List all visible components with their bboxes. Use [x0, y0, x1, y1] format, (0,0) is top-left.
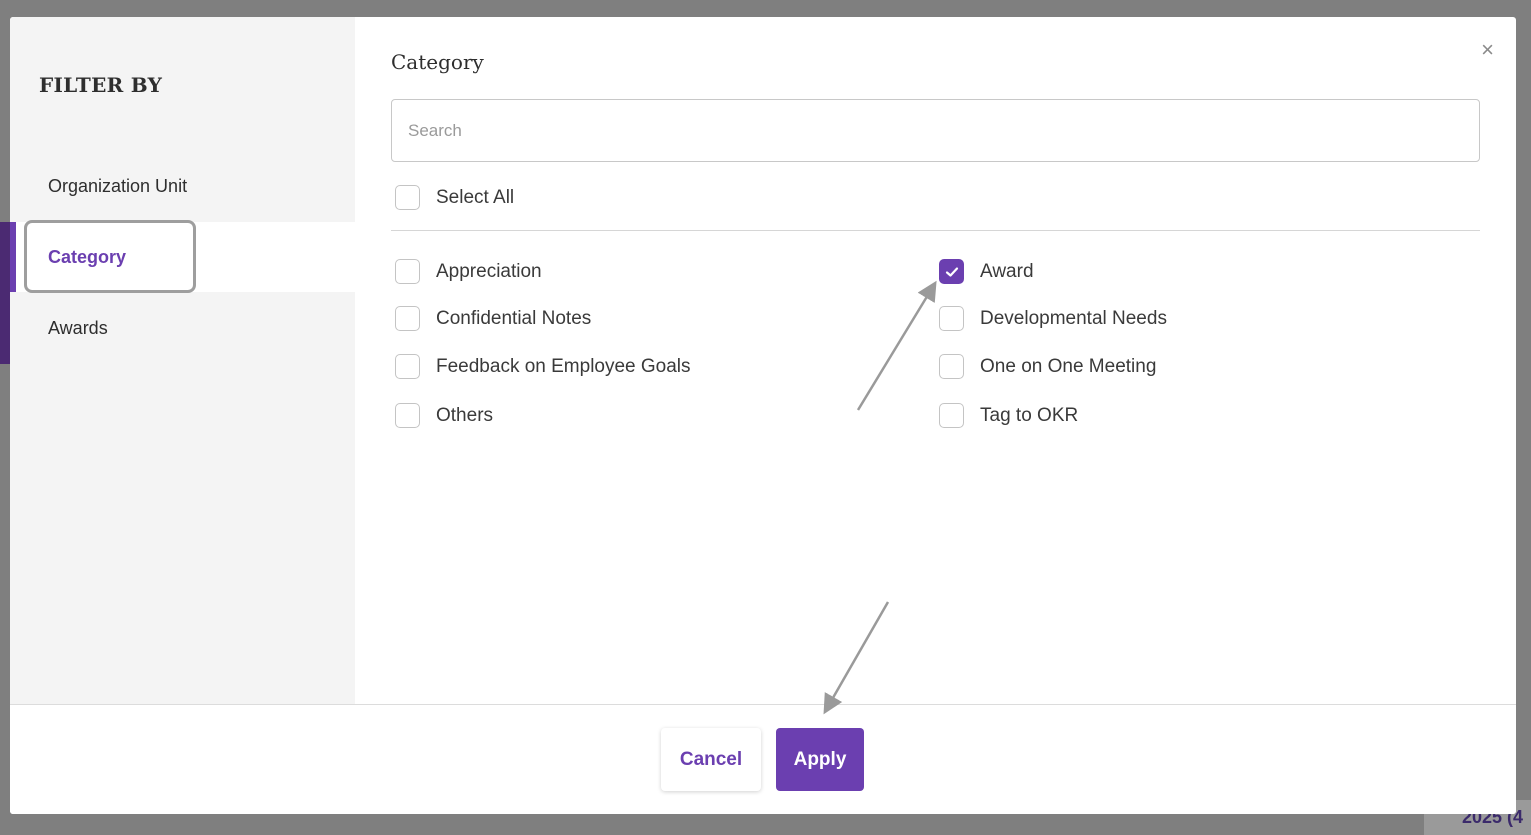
- option-confidential-notes[interactable]: Confidential Notes: [395, 306, 591, 331]
- filter-modal: FILTER BY Organization Unit Category Awa…: [10, 17, 1516, 814]
- checkbox-box[interactable]: [939, 403, 964, 428]
- option-label: Appreciation: [436, 260, 542, 282]
- category-section-title: Category: [391, 50, 484, 74]
- option-label: Tag to OKR: [980, 404, 1079, 426]
- option-label: One on One Meeting: [980, 355, 1157, 377]
- option-appreciation[interactable]: Appreciation: [395, 259, 542, 284]
- apply-button[interactable]: Apply: [776, 728, 864, 791]
- checkmark-icon: [945, 266, 958, 277]
- option-label: Confidential Notes: [436, 307, 592, 329]
- option-label: Others: [436, 404, 494, 426]
- filter-by-title: FILTER BY: [39, 73, 163, 97]
- checkbox-box[interactable]: [939, 354, 964, 379]
- select-all-checkbox[interactable]: Select All: [395, 185, 514, 210]
- option-label: Award: [980, 260, 1034, 282]
- filter-content: Category × Select All Appreciation Confi…: [355, 17, 1516, 704]
- option-others[interactable]: Others: [395, 403, 493, 428]
- option-one-on-one-meeting[interactable]: One on One Meeting: [939, 354, 1156, 379]
- checkbox-box[interactable]: [939, 306, 964, 331]
- cancel-button[interactable]: Cancel: [661, 728, 761, 791]
- checkbox-box[interactable]: [395, 403, 420, 428]
- select-all-label: Select All: [436, 186, 515, 208]
- sidebar-item-awards[interactable]: Awards: [10, 293, 355, 363]
- divider: [391, 230, 1480, 231]
- option-developmental-needs[interactable]: Developmental Needs: [939, 306, 1167, 331]
- checkbox-box-checked[interactable]: [939, 259, 964, 284]
- option-label: Feedback on Employee Goals: [436, 355, 691, 377]
- checkbox-box[interactable]: [395, 306, 420, 331]
- option-tag-to-okr[interactable]: Tag to OKR: [939, 403, 1078, 428]
- background-accent-strip: [0, 222, 10, 364]
- checkbox-box[interactable]: [395, 259, 420, 284]
- search-input[interactable]: [391, 99, 1480, 162]
- option-label: Developmental Needs: [980, 307, 1167, 329]
- checkbox-box[interactable]: [395, 185, 420, 210]
- active-item-indicator: [10, 222, 16, 292]
- option-feedback-on-employee-goals[interactable]: Feedback on Employee Goals: [395, 354, 691, 379]
- sidebar-item-category[interactable]: Category: [10, 222, 355, 292]
- checkbox-box[interactable]: [395, 354, 420, 379]
- close-icon[interactable]: ×: [1481, 39, 1494, 61]
- modal-footer: Cancel Apply: [10, 704, 1516, 814]
- filter-sidebar: FILTER BY Organization Unit Category Awa…: [10, 17, 355, 704]
- sidebar-item-organization-unit[interactable]: Organization Unit: [10, 151, 355, 221]
- option-award[interactable]: Award: [939, 259, 1034, 284]
